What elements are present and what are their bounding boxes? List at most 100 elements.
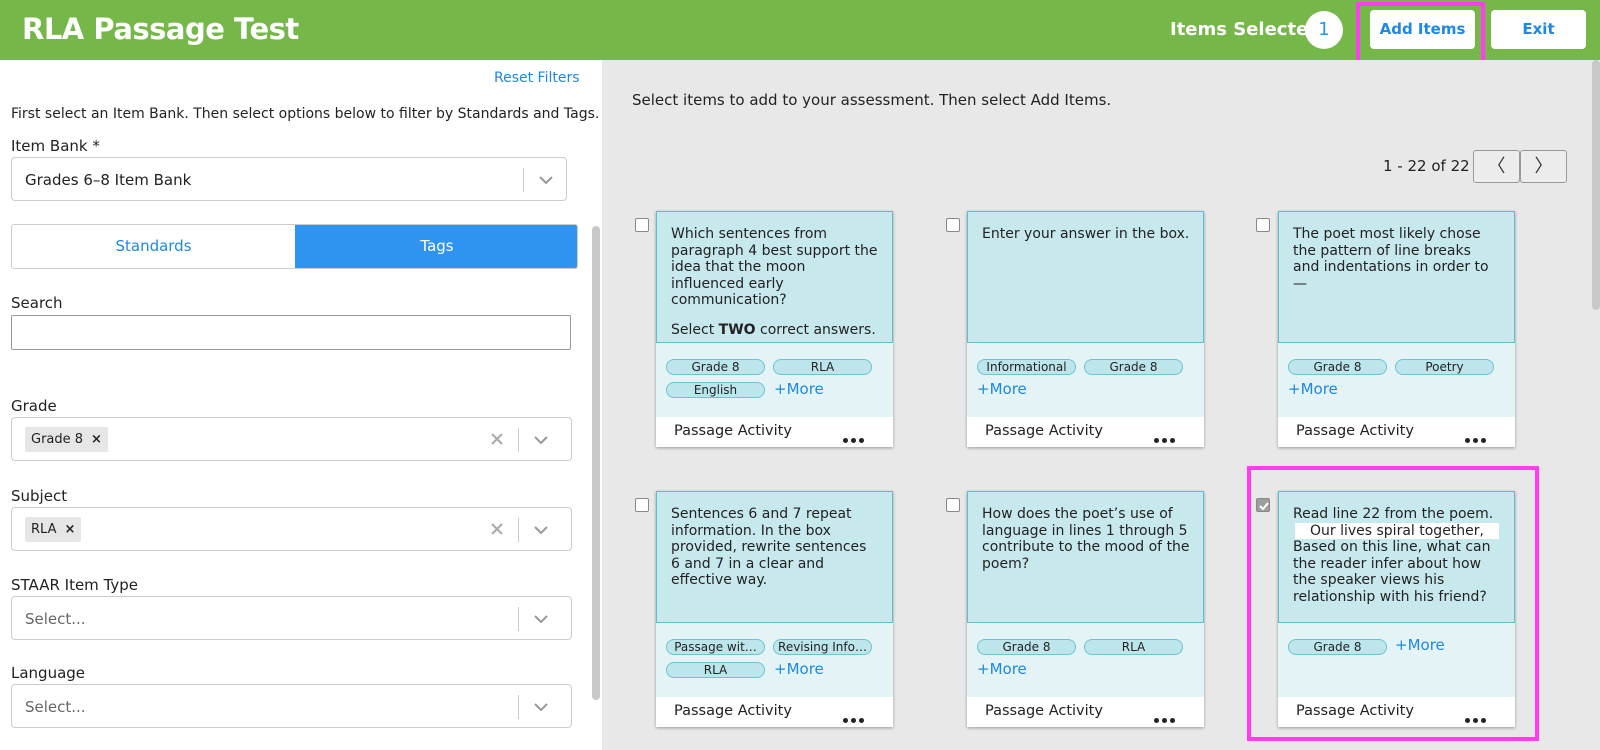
stem-quote: Our lives spiral together, [1295,522,1499,540]
grade-label: Grade [11,397,57,415]
clear-icon[interactable] [488,430,506,448]
item-tag: Grade 8 [1084,359,1183,375]
item-card[interactable]: Sentences 6 and 7 repeat information. In… [656,491,893,727]
exit-button[interactable]: Exit [1491,10,1586,49]
item-stem-instruction: Select TWO correct answers. [671,322,879,339]
item-checkbox-checked[interactable] [1256,498,1270,512]
item-card[interactable]: The poet most likely chose the pattern o… [1278,211,1515,447]
chevron-down-icon[interactable] [531,697,551,717]
item-checkbox[interactable] [1256,218,1270,232]
item-type-placeholder: Select... [25,610,86,628]
language-select[interactable]: Select... [11,684,572,728]
sidebar-scrollbar[interactable] [592,226,600,700]
item-stem: How does the poet’s use of language in l… [967,491,1204,623]
item-stem: Enter your answer in the box. [967,211,1204,343]
tab-standards[interactable]: Standards [12,225,295,268]
remove-chip-icon[interactable]: × [64,522,75,537]
more-tags-link[interactable]: +More [774,380,824,398]
item-type-select[interactable]: Select... [11,596,572,640]
more-tags-link[interactable]: +More [774,660,824,678]
grade-chip-label: Grade 8 [31,432,84,447]
item-checkbox[interactable] [635,498,649,512]
results-instructions: Select items to add to your assessment. … [632,91,1112,109]
item-type-text: Passage Activity [1296,423,1414,439]
select-separator [523,168,524,192]
more-tags-link[interactable]: +More [1395,636,1445,654]
item-stem: Read line 22 from the poem. Our lives sp… [1278,491,1515,623]
subject-label: Subject [11,487,68,505]
item-stem-text: Enter your answer in the box. [982,226,1190,242]
item-card-footer: Passage Activity [967,417,1204,447]
item-stem: The poet most likely chose the pattern o… [1278,211,1515,343]
next-page-button[interactable]: 〉 [1520,150,1567,183]
remove-chip-icon[interactable]: × [91,432,102,447]
more-tags-link[interactable]: +More [1288,380,1338,398]
item-bank-value: Grades 6–8 Item Bank [25,171,192,189]
more-tags-link[interactable]: +More [977,660,1027,678]
item-tag: Passage wit… [666,639,765,655]
item-card-footer: Passage Activity [656,697,893,727]
reset-filters-link[interactable]: Reset Filters [494,70,580,86]
language-placeholder: Select... [25,698,86,716]
pagination-text: 1 - 22 of 22 [1383,157,1470,175]
chevron-down-icon[interactable] [536,170,556,190]
grade-chip: Grade 8 × [25,427,108,452]
item-tag: Poetry [1395,359,1494,375]
chevron-down-icon[interactable] [531,609,551,629]
page-title: RLA Passage Test [22,12,299,46]
item-checkbox[interactable] [635,218,649,232]
select-separator [518,518,519,542]
item-card-footer: Passage Activity [1278,417,1515,447]
more-options-icon[interactable] [1154,710,1178,728]
chevron-down-icon[interactable] [531,520,551,540]
more-options-icon[interactable] [843,430,867,448]
app-header: RLA Passage Test Items Selected 1 Add It… [0,0,1600,64]
more-tags-link[interactable]: +More [977,380,1027,398]
item-type-text: Passage Activity [674,423,792,439]
item-card-footer: Passage Activity [1278,697,1515,727]
select-separator [518,428,519,452]
item-checkbox[interactable] [946,498,960,512]
item-tag: RLA [666,662,765,678]
item-bank-label: Item Bank * [11,137,100,155]
search-input[interactable] [11,315,571,350]
more-options-icon[interactable] [1154,430,1178,448]
item-card[interactable]: How does the poet’s use of language in l… [967,491,1204,727]
clear-icon[interactable] [488,520,506,538]
checkmark-icon [1259,502,1269,511]
select-separator [518,607,519,631]
standards-tags-toggle: Standards Tags [11,224,578,269]
add-items-button[interactable]: Add Items [1370,10,1475,49]
item-type-text: Passage Activity [1296,703,1414,719]
item-card[interactable]: Enter your answer in the box. Informatio… [967,211,1204,447]
subject-select[interactable]: RLA × [11,507,572,551]
stem-text: correct answers. [755,321,876,338]
item-tag: Grade 8 [1288,359,1387,375]
results-scrollbar[interactable] [1592,60,1600,310]
stem-text: Select [671,321,719,338]
item-tag: Informational [977,359,1076,375]
item-tag: RLA [773,359,872,375]
item-stem-text: How does the poet’s use of language in l… [982,506,1190,572]
tab-tags[interactable]: Tags [295,225,577,268]
search-label: Search [11,294,63,312]
item-tag: Revising Info… [773,639,872,655]
item-bank-select[interactable]: Grades 6–8 Item Bank [11,157,567,201]
item-card-footer: Passage Activity [967,697,1204,727]
chevron-down-icon[interactable] [531,430,551,450]
more-options-icon[interactable] [1465,430,1489,448]
more-options-icon[interactable] [843,710,867,728]
more-options-icon[interactable] [1465,710,1489,728]
item-type-text: Passage Activity [985,703,1103,719]
item-checkbox[interactable] [946,218,960,232]
filter-sidebar: Reset Filters First select an Item Bank.… [0,60,602,750]
items-selected-label: Items Selected [1170,19,1322,40]
grade-select[interactable]: Grade 8 × [11,417,572,461]
item-stem-question: Based on this line, what can the reader … [1293,539,1491,605]
item-stem-text: The poet most likely chose the pattern o… [1293,226,1489,292]
items-selected-count-badge: 1 [1305,11,1343,49]
item-card[interactable]: Read line 22 from the poem. Our lives sp… [1278,491,1515,727]
previous-page-button[interactable]: 〈 [1473,150,1520,183]
item-card[interactable]: Which sentences from paragraph 4 best su… [656,211,893,447]
item-stem: Sentences 6 and 7 repeat information. In… [656,491,893,623]
